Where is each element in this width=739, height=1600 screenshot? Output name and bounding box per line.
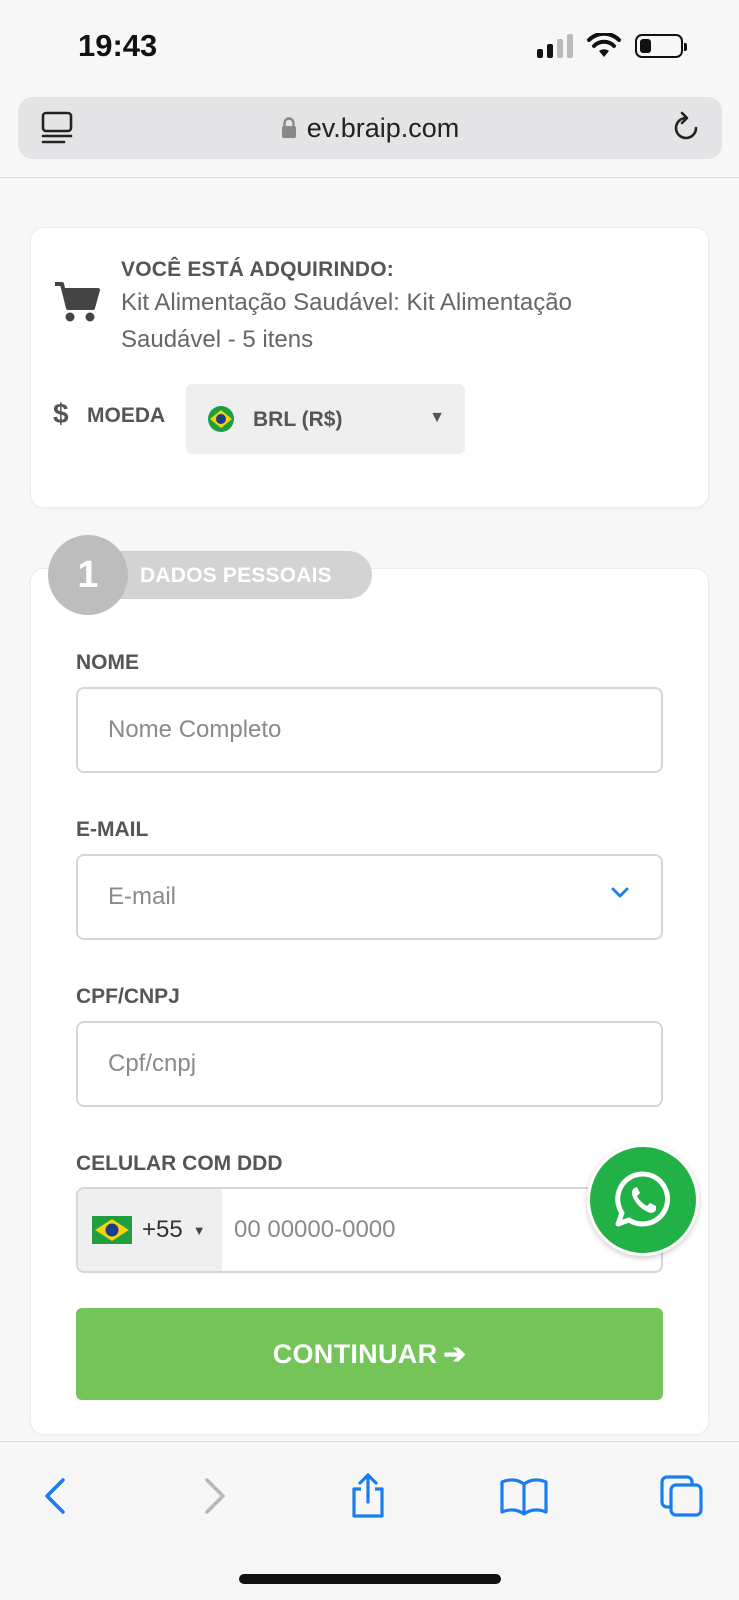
name-label: NOME [76, 651, 139, 674]
forward-icon [205, 1478, 225, 1514]
arrow-right-icon: ➔ [443, 1338, 467, 1369]
back-button[interactable] [30, 1470, 82, 1522]
address-bar[interactable]: ev.braip.com [18, 97, 722, 159]
email-label: E-MAIL [76, 818, 149, 841]
product-heading: VOCÊ ESTÁ ADQUIRINDO: [121, 258, 394, 281]
share-button[interactable] [342, 1470, 394, 1522]
top-divider [0, 177, 739, 178]
status-icons [537, 33, 687, 59]
country-code: +55 [142, 1216, 183, 1243]
name-input[interactable] [76, 687, 663, 773]
caret-down-icon: ▼ [192, 1222, 206, 1238]
share-icon [352, 1473, 384, 1518]
bookmarks-button[interactable] [498, 1470, 550, 1522]
url-display[interactable]: ev.braip.com [18, 113, 722, 144]
cart-icon [55, 282, 100, 322]
product-name: Kit Alimentação Saudável: Kit Alimentaçã… [121, 289, 572, 353]
caret-down-icon: ▼ [429, 409, 445, 426]
reload-icon[interactable] [668, 110, 704, 146]
url-text: ev.braip.com [306, 113, 460, 143]
dollar-icon: $ [53, 398, 69, 429]
whatsapp-icon [615, 1171, 671, 1227]
product-card: VOCÊ ESTÁ ADQUIRINDO: Kit Alimentação Sa… [30, 227, 709, 508]
tabs-icon [660, 1475, 703, 1517]
wifi-icon [587, 33, 621, 57]
chevron-down-icon[interactable] [610, 886, 630, 900]
home-indicator[interactable] [239, 1574, 501, 1584]
tabs-button[interactable] [656, 1470, 708, 1522]
status-time: 19:43 [78, 28, 158, 63]
bookmarks-icon [500, 1478, 548, 1516]
phone-label: CELULAR COM DDD [76, 1152, 283, 1175]
email-input[interactable] [76, 854, 663, 940]
currency-select[interactable]: BRL (R$) ▼ [186, 384, 465, 454]
phone-field: +55 ▼ [76, 1187, 663, 1273]
step-number: 1 [48, 535, 128, 615]
forward-button[interactable] [188, 1470, 240, 1522]
cpf-label: CPF/CNPJ [76, 985, 180, 1008]
country-code-select[interactable]: +55 ▼ [78, 1189, 222, 1271]
currency-label: MOEDA [87, 404, 166, 427]
cellular-signal-icon [537, 34, 573, 58]
cpf-input[interactable] [76, 1021, 663, 1107]
whatsapp-button[interactable] [587, 1144, 699, 1256]
back-icon [45, 1478, 65, 1514]
status-bar: 19:43 [0, 0, 739, 90]
brazil-flag-icon [208, 406, 234, 432]
continue-button[interactable]: CONTINUAR ➔ [76, 1308, 663, 1400]
step-title: DADOS PESSOAIS [140, 564, 332, 587]
lock-icon [281, 117, 296, 138]
currency-value: BRL (R$) [253, 408, 343, 431]
battery-icon [635, 34, 687, 58]
continue-label: CONTINUAR [272, 1338, 438, 1369]
brazil-flag-icon [92, 1216, 132, 1244]
